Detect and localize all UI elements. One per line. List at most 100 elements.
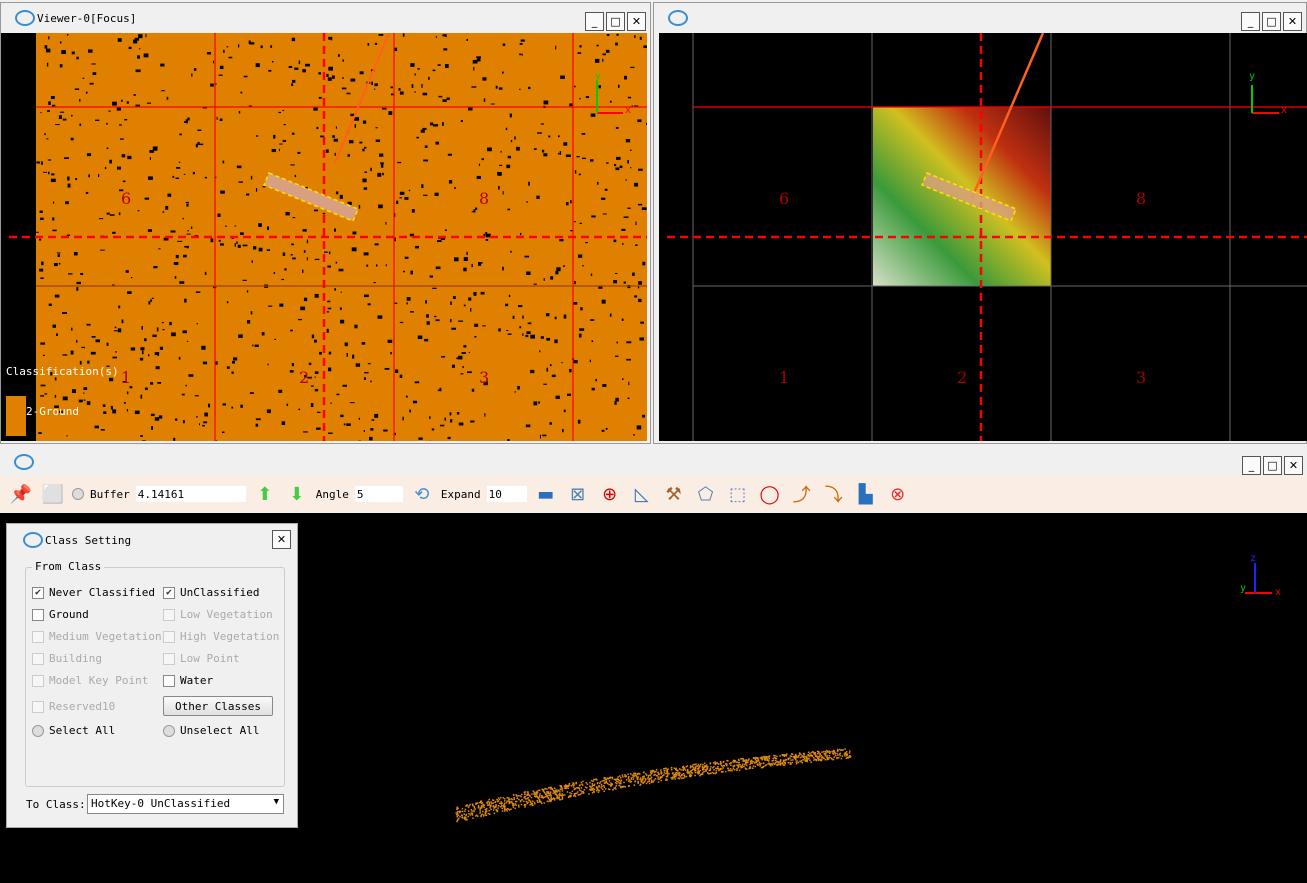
class-setting-dialog: Class Setting ✕ From Class ✔ Never Classi… — [6, 523, 298, 828]
measure-icon[interactable]: ◺ — [629, 481, 655, 507]
legend-title: Classification(s) — [6, 365, 119, 378]
minimize-button[interactable]: _ — [1242, 456, 1261, 475]
maximize-button[interactable]: □ — [606, 12, 625, 31]
hammer-icon[interactable]: ⚒ — [661, 481, 687, 507]
checkbox-icon — [163, 674, 175, 687]
select-all-radio[interactable]: Select All — [32, 724, 115, 737]
arrow-down-icon[interactable]: ⬇ — [284, 481, 310, 507]
grid-cell-label: 3 — [1136, 368, 1147, 387]
app-logo-icon — [15, 10, 35, 26]
arrow-up-icon[interactable]: ⬆ — [252, 481, 278, 507]
rotate-icon[interactable]: ⟲ — [409, 481, 435, 507]
class-label: Medium Vegetation — [49, 630, 162, 643]
class-label: Reserved10 — [49, 700, 116, 713]
viewer-left-canvas[interactable]: yx 6 8 1 2 3 Classification(s) 2-Ground — [1, 33, 647, 441]
line-below-icon[interactable]: ⤵ — [821, 481, 847, 507]
class-label: Low Vegetation — [180, 608, 273, 621]
grid-cell-label: 2 — [299, 368, 310, 387]
class-label: High Vegetation — [180, 630, 280, 643]
axis-gizmo-icon: z x y — [1240, 553, 1281, 598]
close-button[interactable]: ✕ — [1284, 456, 1303, 475]
minimize-button[interactable]: _ — [585, 12, 604, 31]
class-checkbox: Building — [32, 652, 102, 665]
svg-text:x: x — [625, 105, 631, 116]
svg-text:y: y — [1240, 583, 1246, 594]
viewer-right-window: _ □ ✕ yx 6 8 1 2 3 — [653, 2, 1307, 444]
maximize-button[interactable]: □ — [1263, 456, 1282, 475]
save-icon[interactable]: ▙ — [853, 481, 879, 507]
to-class-label: To Class: — [26, 798, 86, 811]
class-checkbox[interactable]: Ground — [32, 608, 89, 621]
svg-text:y: y — [595, 71, 601, 82]
cancel-icon[interactable]: ⊗ — [885, 481, 911, 507]
checkbox-icon — [32, 700, 44, 713]
app-logo-icon — [23, 532, 43, 548]
to-class-select[interactable]: HotKey-0 UnClassified ▼ — [87, 794, 284, 814]
checkbox-icon: ✔ — [32, 586, 44, 599]
class-checkbox: Reserved10 — [32, 700, 115, 713]
box-select-icon[interactable]: ⊠ — [565, 481, 591, 507]
polygon-select-icon[interactable]: ⬠ — [693, 481, 719, 507]
class-label: Model Key Point — [49, 674, 149, 687]
circle-select-icon[interactable]: ◯ — [757, 481, 783, 507]
expand-input[interactable] — [486, 486, 527, 502]
viewer-right-titlebar — [654, 3, 1306, 33]
class-label: Water — [180, 674, 214, 687]
unselect-all-radio[interactable]: Unselect All — [163, 724, 259, 737]
grid-cell-label: 1 — [779, 368, 790, 387]
pin-icon[interactable]: 📌 — [8, 481, 34, 507]
class-label: Never Classified — [49, 586, 155, 599]
legend-swatch — [6, 396, 26, 436]
grid-cell-label: 1 — [121, 368, 132, 387]
class-checkbox[interactable]: Water — [163, 674, 213, 687]
class-checkbox: Model Key Point — [32, 674, 148, 687]
checkbox-icon — [32, 652, 44, 665]
group-label: From Class — [32, 560, 105, 573]
app-logo-icon — [14, 454, 34, 470]
dialog-close-button[interactable]: ✕ — [272, 530, 291, 549]
checkbox-icon: ✔ — [163, 586, 175, 599]
grid-cell-label: 8 — [479, 189, 490, 208]
svg-text:x: x — [1281, 105, 1287, 116]
other-classes-button[interactable]: Other Classes — [163, 696, 273, 716]
class-label: UnClassified — [180, 586, 260, 599]
axis-gizmo-icon: yx — [1249, 71, 1287, 116]
dialog-title: Class Setting — [45, 533, 132, 547]
viewer-right-canvas[interactable]: yx 6 8 1 2 3 — [659, 33, 1307, 441]
class-label: Ground — [49, 608, 89, 621]
grid-cell-label: 2 — [957, 368, 968, 387]
class-label: Building — [49, 652, 102, 665]
close-button[interactable]: ✕ — [1283, 12, 1302, 31]
class-checkbox[interactable]: ✔ Never Classified — [32, 586, 155, 599]
close-button[interactable]: ✕ — [627, 12, 646, 31]
checkbox-icon — [32, 608, 44, 621]
maximize-button[interactable]: □ — [1262, 12, 1281, 31]
angle-input[interactable] — [354, 486, 403, 502]
grid-cell-label: 8 — [1136, 189, 1147, 208]
class-checkbox: High Vegetation — [163, 630, 279, 643]
app-logo-icon — [668, 10, 688, 26]
checkbox-icon — [163, 608, 175, 621]
minimize-button[interactable]: _ — [1241, 12, 1260, 31]
buffer-label: Buffer — [90, 487, 130, 501]
orbit-icon[interactable]: ⊕ — [597, 481, 623, 507]
profile-titlebar — [0, 447, 1307, 477]
profile-toolbar: 📌 ⬜ Buffer ⬆ ⬇ Angle ⟲ Expand ▬ ⊠ ⊕ ◺ ⚒ … — [0, 476, 1307, 512]
elevation-topview: yx — [667, 33, 1307, 441]
class-checkbox: Low Point — [163, 652, 240, 665]
view-cube-icon[interactable]: ⬜ — [40, 481, 66, 507]
buffer-radio[interactable] — [72, 488, 84, 500]
buffer-input[interactable] — [135, 486, 246, 502]
select-all-label: Select All — [49, 724, 116, 737]
chevron-down-icon: ▼ — [273, 797, 279, 807]
width-icon[interactable]: ▬ — [533, 481, 559, 507]
grid-cell-label: 6 — [121, 189, 132, 208]
viewer-left-window: Viewer-0[Focus] _ □ ✕ yx 6 8 1 2 3 Classif… — [0, 2, 651, 444]
class-checkbox: Low Vegetation — [163, 608, 273, 621]
rect-select-icon[interactable]: ⬚ — [725, 481, 751, 507]
class-checkbox[interactable]: ✔ UnClassified — [163, 586, 259, 599]
viewer-left-titlebar: Viewer-0[Focus] — [1, 3, 650, 33]
line-above-icon[interactable]: ⤴ — [789, 481, 815, 507]
to-class-value: HotKey-0 UnClassified — [91, 797, 231, 810]
grid-cell-label: 6 — [779, 189, 790, 208]
